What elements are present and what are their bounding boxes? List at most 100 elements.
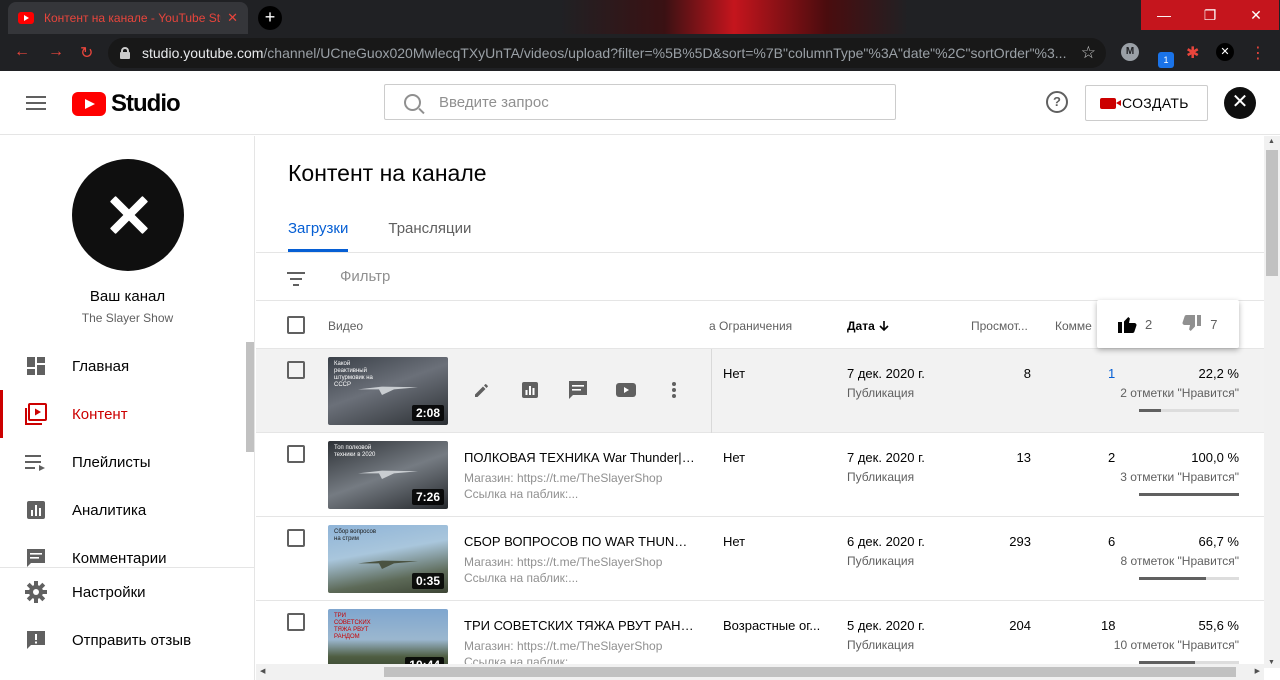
sidebar-item-analytics[interactable]: Аналитика	[0, 486, 255, 534]
video-description: Магазин: https://t.me/TheSlayerShop Ссылк…	[464, 471, 663, 501]
vertical-scrollbar[interactable]: ▲ ▼	[1264, 136, 1280, 668]
sidebar: Ваш канал The Slayer Show Главная Контен…	[0, 136, 255, 680]
menu-hamburger-icon[interactable]	[26, 96, 46, 110]
column-date[interactable]: Дата	[847, 319, 890, 333]
sidebar-scrollbar[interactable]	[246, 342, 254, 452]
address-bar[interactable]: studio.youtube.com/channel/UCneGuox020Mw…	[108, 38, 1106, 68]
extension-badge-icon[interactable]: 1	[1158, 52, 1174, 68]
account-avatar[interactable]: ✕	[1224, 87, 1256, 119]
video-thumbnail[interactable]: Топ полковой техники в 2020 7:26	[328, 441, 448, 509]
window-close-button[interactable]: ✕	[1233, 0, 1279, 30]
comment-icon[interactable]	[566, 378, 590, 402]
analytics-icon[interactable]	[518, 378, 542, 402]
video-title[interactable]: ПОЛКОВАЯ ТЕХНИКА War Thunder| ...	[464, 450, 696, 465]
reload-icon[interactable]: ↻	[80, 43, 93, 63]
video-title[interactable]: ТРИ СОВЕТСКИХ ТЯЖА РВУТ РАНД...	[464, 618, 696, 633]
channel-avatar[interactable]	[72, 159, 184, 271]
create-button[interactable]: СОЗДАТЬ	[1085, 85, 1208, 121]
profile-extension-icon[interactable]: M	[1121, 43, 1139, 61]
row-checkbox[interactable]	[287, 361, 305, 379]
analytics-icon	[24, 498, 48, 522]
select-all-checkbox[interactable]	[287, 316, 305, 334]
main-content: Контент на канале Загрузки Трансляции Фи…	[256, 136, 1264, 668]
window-minimize-button[interactable]: —	[1141, 0, 1187, 30]
browser-toolbar: ← → ↻ studio.youtube.com/channel/UCneGuo…	[0, 34, 1280, 71]
filter-input[interactable]: Фильтр	[340, 268, 390, 285]
row-checkbox[interactable]	[287, 445, 305, 463]
table-row[interactable]: Какой реактивный штурмовик на СССР 2:08 …	[256, 349, 1264, 433]
gear-icon	[24, 580, 48, 604]
restriction-value: Нет	[723, 366, 746, 381]
browser-tab-title: Контент на канале - YouTube Studio	[44, 11, 221, 25]
video-thumbnail[interactable]: ТРИ СОВЕТСКИХ ТЯЖА РВУТ РАНДОМ 10:44	[328, 609, 448, 668]
sidebar-item-feedback[interactable]: Отправить отзыв	[0, 616, 255, 664]
bookmark-star-icon[interactable]: ☆	[1081, 43, 1096, 63]
row-checkbox[interactable]	[287, 529, 305, 547]
table-row[interactable]: Топ полковой техники в 2020 7:26 ПОЛКОВА…	[256, 433, 1264, 517]
video-description: Магазин: https://t.me/TheSlayerShop Ссылк…	[464, 555, 663, 585]
likes-count: 3 отметки "Нравится"	[1120, 470, 1239, 484]
tab-uploads[interactable]: Загрузки	[288, 220, 349, 252]
edit-pencil-icon[interactable]	[470, 378, 494, 402]
sidebar-item-playlists[interactable]: Плейлисты	[0, 438, 255, 486]
date-value: 7 дек. 2020 г.	[847, 450, 925, 465]
video-thumbnail[interactable]: Сбор вопросов на стрим 0:35	[328, 525, 448, 593]
sidebar-item-content[interactable]: Контент	[0, 390, 255, 438]
video-camera-icon	[1100, 97, 1121, 109]
youtube-play-icon[interactable]	[614, 378, 638, 402]
browser-tab[interactable]: Контент на канале - YouTube Studio ✕	[8, 2, 248, 34]
tab-live[interactable]: Трансляции	[388, 220, 471, 252]
filter-bar[interactable]: Фильтр	[256, 253, 1264, 301]
new-tab-button[interactable]: +	[258, 6, 282, 30]
studio-logo[interactable]: Studio	[72, 90, 181, 118]
playlist-icon	[24, 450, 48, 474]
likes-tooltip: 2 7	[1097, 300, 1239, 348]
column-video: Видео	[328, 319, 364, 333]
likes-percent: 100,0 %	[1191, 450, 1239, 465]
search-input[interactable]	[439, 93, 859, 111]
table-row[interactable]: Сбор вопросов на стрим 0:35 СБОР ВОПРОСО…	[256, 517, 1264, 601]
column-comments[interactable]: Комме	[1055, 319, 1092, 333]
profile-avatar-icon[interactable]: ✕	[1216, 43, 1234, 61]
video-duration: 0:35	[411, 573, 444, 589]
back-arrow-icon[interactable]: ←	[14, 43, 30, 61]
publish-status: Публикация	[847, 638, 915, 652]
sidebar-item-dashboard[interactable]: Главная	[0, 342, 255, 390]
horizontal-scrollbar[interactable]: ◀ ▶	[256, 664, 1264, 680]
row-checkbox[interactable]	[287, 613, 305, 631]
comments-value[interactable]: 1	[1108, 366, 1115, 381]
channel-name: Ваш канал	[89, 288, 166, 305]
sidebar-item-settings[interactable]: Настройки	[0, 568, 255, 616]
browser-menu-icon[interactable]: ⋮	[1250, 43, 1268, 62]
column-restrictions[interactable]: а Ограничения	[709, 319, 792, 333]
likes-percent: 55,6 %	[1198, 618, 1239, 633]
views-value: 293	[1009, 534, 1031, 549]
video-title[interactable]: СБОР ВОПРОСОВ ПО WAR THUNDER...	[464, 534, 696, 549]
forward-arrow-icon[interactable]: →	[48, 43, 64, 61]
likes-count-tooltip: 2	[1117, 315, 1152, 333]
likes-ratio-bar	[1139, 493, 1239, 496]
likes-ratio-bar	[1139, 577, 1239, 580]
dislikes-count-tooltip: 7	[1182, 315, 1217, 333]
browser-tab-strip: Контент на канале - YouTube Studio ✕ + —…	[0, 0, 1280, 34]
publish-status: Публикация	[847, 386, 915, 400]
likes-ratio-bar	[1139, 409, 1239, 412]
tab-close-icon[interactable]: ✕	[227, 10, 238, 26]
video-thumbnail[interactable]: Какой реактивный штурмовик на СССР 2:08	[328, 357, 448, 425]
likes-count: 8 отметок "Нравится"	[1120, 554, 1239, 568]
more-options-icon[interactable]	[662, 378, 686, 402]
search-box[interactable]	[384, 84, 896, 120]
date-value: 6 дек. 2020 г.	[847, 534, 925, 549]
column-views[interactable]: Просмот...	[971, 319, 1028, 333]
likes-percent: 22,2 %	[1198, 366, 1239, 381]
restriction-value: Возрастные ог...	[723, 618, 821, 633]
help-icon[interactable]: ?	[1046, 91, 1068, 113]
video-duration: 7:26	[411, 489, 444, 505]
publish-status: Публикация	[847, 554, 915, 568]
extensions-puzzle-icon[interactable]: ✱	[1186, 43, 1204, 62]
comments-value: 6	[1108, 534, 1116, 549]
window-maximize-button[interactable]: ❐	[1187, 0, 1233, 30]
table-row[interactable]: ТРИ СОВЕТСКИХ ТЯЖА РВУТ РАНДОМ 10:44 ТРИ…	[256, 601, 1264, 668]
filter-icon[interactable]	[287, 272, 305, 290]
likes-percent: 66,7 %	[1198, 534, 1239, 549]
